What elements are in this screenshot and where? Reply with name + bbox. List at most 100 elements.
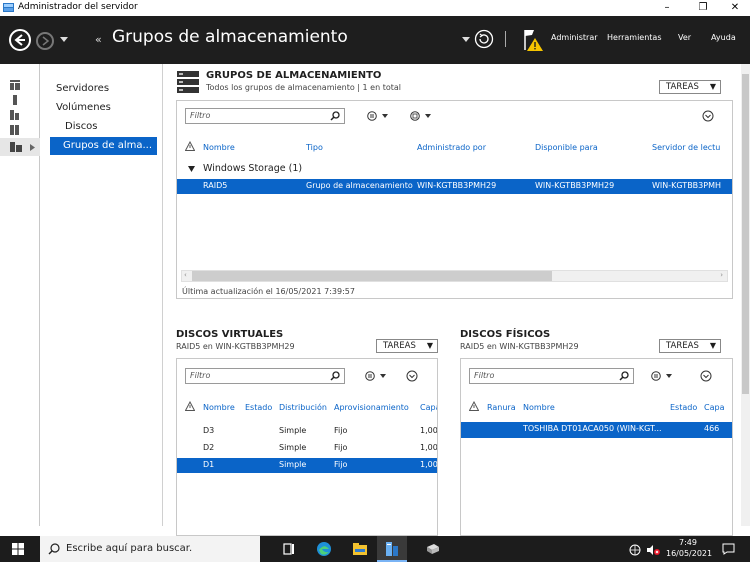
col-nombre[interactable]: Nombre [203, 143, 235, 152]
minimize-button[interactable]: – [652, 0, 682, 16]
history-dropdown-icon[interactable] [60, 37, 68, 43]
group-label: Windows Storage (1) [203, 163, 303, 174]
menu-herramientas[interactable]: Herramientas [607, 33, 662, 42]
all-servers-icon[interactable] [10, 110, 20, 120]
pdisks-tile: Filtro Ranura Nombre Estado Capa TOSHIBA… [460, 358, 733, 536]
search-icon[interactable] [330, 371, 340, 381]
expand-tile-icon[interactable] [700, 370, 712, 382]
scroll-right-icon[interactable]: › [720, 271, 723, 279]
col-administrado-por[interactable]: Administrado por [417, 143, 486, 152]
filter-options-icon[interactable] [367, 111, 391, 121]
clock-date[interactable]: 16/05/2021 [666, 549, 712, 558]
col-tipo[interactable]: Tipo [306, 143, 323, 152]
filter-options-icon[interactable] [651, 371, 675, 381]
pdisks-panel-title: DISCOS FÍSICOS [460, 329, 551, 340]
cell-layout: Simple [279, 426, 307, 435]
file-explorer-icon[interactable] [352, 541, 368, 557]
pdisks-tasks-button[interactable]: TAREAS ▼ [659, 339, 721, 353]
page-title: Grupos de almacenamiento [112, 27, 348, 47]
col-nombre[interactable]: Nombre [203, 403, 235, 412]
cell-name: D3 [203, 426, 215, 435]
server-manager-icon [386, 542, 398, 556]
taskbar: Escribe aquí para buscar. 7:49 16/05/202… [0, 536, 750, 562]
pools-last-update: Última actualización el 16/05/2021 7:39:… [182, 287, 355, 296]
pools-horizontal-scrollbar[interactable]: ‹ › [181, 270, 728, 282]
search-icon [48, 543, 60, 555]
close-button[interactable]: ✕ [720, 0, 750, 16]
clock-time[interactable]: 7:49 [666, 538, 710, 547]
taskbar-search-input[interactable]: Escribe aquí para buscar. [40, 536, 260, 562]
vdisks-filter-input[interactable]: Filtro [185, 368, 345, 384]
pdisks-filter-input[interactable]: Filtro [469, 368, 634, 384]
col-estado[interactable]: Estado [670, 403, 697, 412]
vdisks-panel-title: DISCOS VIRTUALES [176, 329, 284, 340]
file-services-icon[interactable] [10, 125, 20, 135]
table-row[interactable]: D1 Simple Fijo 1,00 G [177, 458, 437, 473]
expand-tile-icon[interactable] [406, 370, 418, 382]
vdisks-tasks-label: TAREAS [383, 341, 416, 351]
vdisks-tasks-button[interactable]: TAREAS ▼ [376, 339, 438, 353]
col-estado[interactable]: Estado [245, 403, 272, 412]
storage-tool-icon[interactable] [425, 541, 441, 557]
group-header-row[interactable]: Windows Storage (1) [177, 161, 732, 177]
pools-tasks-button[interactable]: TAREAS ▼ [659, 80, 721, 94]
dashboard-icon[interactable] [10, 80, 20, 90]
page-vertical-scrollbar[interactable] [741, 64, 750, 526]
table-row[interactable]: D2 Simple Fijo 1,00 G [177, 441, 437, 456]
menu-ayuda[interactable]: Ayuda [711, 33, 736, 42]
warning-column-icon [185, 401, 195, 411]
table-row[interactable]: RAID5 Grupo de almacenamiento WIN-KGTBB3… [177, 179, 732, 194]
maximize-button[interactable]: ❐ [688, 0, 718, 16]
volume-muted-icon[interactable] [646, 544, 660, 556]
edge-browser-icon[interactable] [316, 541, 332, 557]
title-bar: Administrador del servidor – ❐ ✕ [0, 0, 750, 16]
refresh-icon[interactable] [474, 29, 494, 49]
col-distribucion[interactable]: Distribución [279, 403, 327, 412]
scroll-left-icon[interactable]: ‹ [184, 271, 187, 279]
storage-nav-active[interactable] [0, 138, 40, 156]
expand-tile-icon[interactable] [702, 110, 714, 122]
nav-item-discos[interactable]: Discos [41, 118, 157, 136]
notification-center-icon[interactable] [722, 543, 735, 555]
col-capacidad[interactable]: Capa [704, 403, 732, 412]
server-manager-taskbar-button[interactable] [377, 536, 407, 562]
collapse-icon[interactable] [188, 166, 195, 172]
nav-item-volumenes[interactable]: Volúmenes [41, 99, 157, 117]
search-icon[interactable] [330, 111, 340, 121]
page-scroll-thumb[interactable] [742, 74, 749, 394]
menu-ver[interactable]: Ver [678, 33, 691, 42]
col-nombre[interactable]: Nombre [523, 403, 555, 412]
back-button[interactable] [9, 29, 31, 51]
group-options-icon[interactable] [410, 111, 434, 121]
pools-filter-input[interactable]: Filtro [185, 108, 345, 124]
col-disponible-para[interactable]: Disponible para [535, 143, 598, 152]
chevron-right-icon [30, 144, 35, 151]
windows-start-icon[interactable] [12, 543, 24, 555]
col-servidor-lectura[interactable]: Servidor de lectu [652, 143, 720, 152]
col-ranura[interactable]: Ranura [487, 403, 516, 412]
filter-options-icon[interactable] [365, 371, 389, 381]
menu-administrar[interactable]: Administrar [551, 33, 598, 42]
cell-layout: Simple [279, 443, 307, 452]
col-capacidad[interactable]: Capa [420, 403, 437, 412]
refresh-dropdown-icon[interactable] [462, 37, 470, 43]
local-server-icon[interactable] [10, 95, 20, 105]
table-row[interactable]: D3 Simple Fijo 1,00 G [177, 424, 437, 439]
cell-provisioning: Fijo [334, 443, 348, 452]
chevron-down-icon: ▼ [426, 341, 433, 350]
search-icon[interactable] [619, 371, 629, 381]
nav-item-servidores[interactable]: Servidores [41, 80, 157, 98]
table-row[interactable]: TOSHIBA DT01ACA050 (WIN-KGT... 466 [461, 422, 732, 438]
task-view-icon[interactable] [281, 541, 297, 557]
nav-icon-strip [0, 64, 40, 526]
forward-button[interactable] [36, 32, 54, 50]
network-icon[interactable] [629, 544, 641, 556]
cell-type: Grupo de almacenamiento [306, 181, 413, 190]
breadcrumb-arrow: « [95, 33, 102, 46]
pools-panel-title: GRUPOS DE ALMACENAMIENTO [206, 70, 382, 81]
nav-item-grupos[interactable]: Grupos de alma... [50, 137, 157, 155]
col-aprovisionamiento[interactable]: Aprovisionamiento [334, 403, 409, 412]
scroll-thumb[interactable] [192, 271, 552, 281]
notifications-flag-icon[interactable] [522, 28, 544, 52]
warning-column-icon [469, 401, 479, 411]
